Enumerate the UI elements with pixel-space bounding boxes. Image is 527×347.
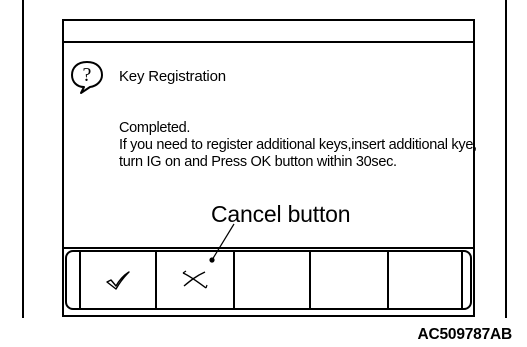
cancel-button[interactable] <box>155 250 233 310</box>
blank-button-3[interactable] <box>387 250 463 310</box>
frame-right-border <box>505 0 507 318</box>
key-registration-dialog: ? Key Registration Completed. If you nee… <box>62 19 477 317</box>
blank-button-2[interactable] <box>309 250 387 310</box>
dialog-header-divider <box>64 41 473 43</box>
dialog-message: Completed. If you need to register addit… <box>119 120 477 171</box>
button-bar-divider <box>64 247 473 249</box>
frame-left-border <box>22 0 24 318</box>
question-icon: ? <box>71 61 103 94</box>
blank-button-1[interactable] <box>233 250 309 310</box>
figure-id: AC509787AB <box>417 326 513 343</box>
ok-button[interactable] <box>79 250 155 310</box>
cancel-button-callout-label: Cancel button <box>211 201 351 227</box>
message-line: turn IG on and Press OK button within 30… <box>119 154 397 170</box>
checkmark-icon <box>106 271 130 290</box>
message-line: If you need to register additional keys,… <box>119 137 477 153</box>
cross-icon <box>182 270 208 289</box>
message-line: Completed. <box>119 120 191 136</box>
button-bar <box>65 250 472 310</box>
svg-text:?: ? <box>83 64 92 86</box>
dialog-title: Key Registration <box>119 68 226 85</box>
